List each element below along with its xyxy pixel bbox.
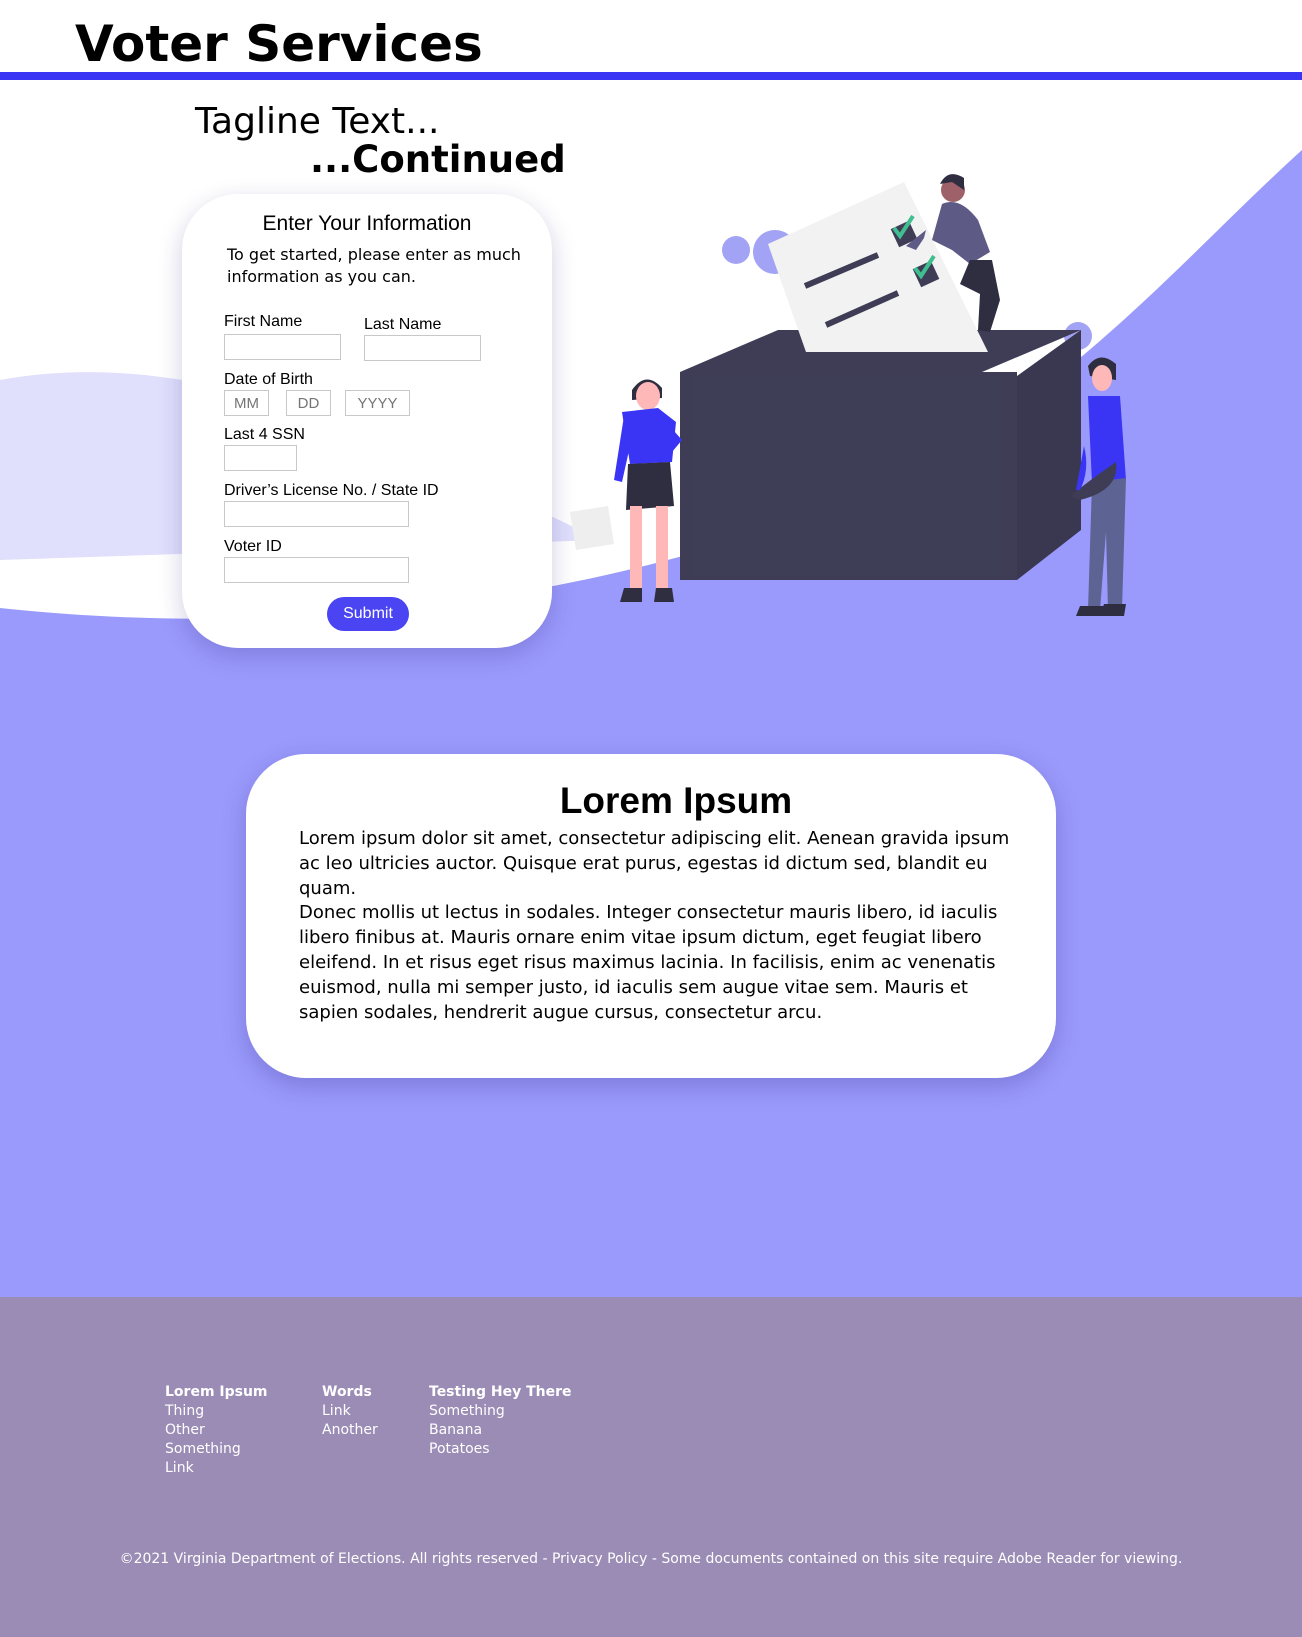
footer-column-heading: Lorem Ipsum: [165, 1384, 268, 1400]
footer-column-heading: Testing Hey There: [429, 1384, 572, 1400]
dob-day-input[interactable]: [286, 390, 331, 416]
footer-column: Words Link Another: [322, 1383, 378, 1440]
information-form-card: Enter Your Information To get started, p…: [182, 194, 552, 648]
footer-link[interactable]: Other: [165, 1421, 268, 1440]
copyright-text: ©2021 Virginia Department of Elections. …: [119, 1551, 1183, 1567]
footer-link[interactable]: Thing: [165, 1402, 268, 1421]
ssn-label: Last 4 SSN: [224, 426, 305, 443]
dob-year-input[interactable]: [345, 390, 410, 416]
footer-link[interactable]: Link: [165, 1459, 268, 1478]
footer-link[interactable]: Something: [165, 1440, 268, 1459]
footer-link[interactable]: Link: [322, 1402, 378, 1421]
dob-label: Date of Birth: [224, 371, 313, 388]
voting-illustration: [570, 174, 1126, 616]
man-top-torso: [932, 202, 990, 264]
form-intro: To get started, please enter as much inf…: [227, 245, 521, 286]
content-title: Lorem Ipsum: [559, 780, 793, 821]
footer-column: Testing Hey There Something Banana Potat…: [429, 1383, 572, 1459]
footer-link[interactable]: Something: [429, 1402, 572, 1421]
footer-column-heading: Words: [322, 1384, 372, 1400]
first-name-label: First Name: [224, 313, 303, 330]
license-label: Driver’s License No. / State ID: [224, 482, 439, 499]
last-name-label: Last Name: [364, 316, 442, 333]
header-accent-bar: [0, 72, 1302, 80]
content-card: Lorem Ipsum Lorem ipsum dolor sit amet, …: [246, 754, 1056, 1078]
form-title: Enter Your Information: [262, 212, 472, 235]
content-paragraph-1: Lorem ipsum dolor sit amet, consectetur …: [299, 828, 1010, 899]
license-input[interactable]: [224, 501, 409, 527]
decor-circle: [722, 236, 750, 264]
first-name-input[interactable]: [224, 334, 341, 360]
woman-shorts: [626, 462, 674, 510]
submit-button[interactable]: Submit: [327, 597, 409, 631]
footer-link[interactable]: Another: [322, 1421, 378, 1440]
voter-id-label: Voter ID: [224, 538, 282, 555]
tagline-line-2: ...Continued: [310, 138, 566, 181]
page: Voter Services Tagline Text... ...Contin…: [0, 0, 1302, 1637]
site-footer: Lorem Ipsum Thing Other Something Link W…: [0, 1297, 1302, 1637]
site-title: Voter Services: [75, 15, 483, 73]
voter-id-input[interactable]: [224, 557, 409, 583]
ssn-input[interactable]: [224, 445, 297, 471]
dob-month-input[interactable]: [224, 390, 269, 416]
footer-link[interactable]: Banana: [429, 1421, 572, 1440]
footer-link[interactable]: Potatoes: [429, 1440, 572, 1459]
ballot-box-side: [1017, 330, 1081, 580]
last-name-input[interactable]: [364, 335, 481, 361]
paper-in-hand: [570, 506, 614, 550]
content-paragraph-2: Donec mollis ut lectus in sodales. Integ…: [299, 902, 998, 1023]
site-header: Voter Services: [0, 0, 1302, 80]
footer-column: Lorem Ipsum Thing Other Something Link: [165, 1383, 268, 1478]
